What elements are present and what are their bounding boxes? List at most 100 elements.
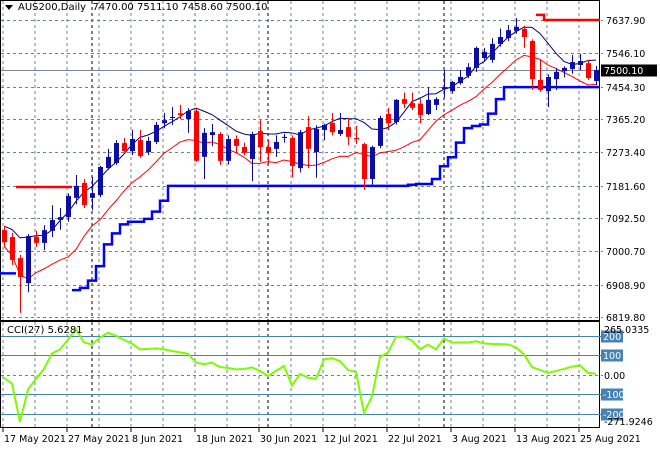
date-label: 13 Aug 2021 [516,434,577,445]
price-tick-label: 7365.20 [606,115,645,126]
low-value: 7458.60 [181,2,223,13]
candle-body [322,124,327,130]
chart-header: AUS200,Daily 7470.00 7511.10 7458.60 750… [5,2,267,13]
candle-body [74,185,79,198]
candle-body [98,166,103,195]
date-label: 27 May 2021 [68,434,130,445]
price-tick-label: 7181.60 [606,182,645,193]
candle-body [274,141,279,149]
price-tick-label: 6819.80 [606,313,645,324]
price-tick-label: 7637.90 [606,16,645,27]
symbol-label: AUS200,Daily [18,2,87,13]
candle-body [10,237,15,260]
price-tick-label: 7454.30 [606,83,645,94]
price-tick-label: 7000.70 [606,247,645,258]
candle-body [42,230,47,243]
candle-body [498,37,503,44]
candle-body [570,62,575,69]
candle-body [34,237,39,243]
candle-body [578,60,583,65]
candle[interactable] [98,165,103,198]
candle-body [154,124,159,142]
date-label: 8 Jun 2021 [132,434,183,445]
candle-body [514,26,519,31]
candle-body [482,51,487,59]
cci-value: 5.6281 [47,325,83,336]
candle[interactable] [194,107,199,162]
candle-body [538,79,543,91]
candle-body [466,67,471,76]
candle-body [194,111,199,161]
candle-body [402,99,407,104]
candle[interactable] [218,132,223,165]
candle-body [186,111,191,120]
dropdown-triangle-icon[interactable] [5,4,13,10]
candle-body [106,156,111,169]
candle[interactable] [298,129,303,173]
candle-body [338,129,343,134]
candle-body [122,143,127,152]
date-label: 3 Aug 2021 [452,434,507,445]
price-tick-label: 7546.10 [606,49,645,60]
date-label: 17 May 2021 [4,434,66,445]
candle-body [594,70,599,81]
date-label: 25 Aug 2021 [580,434,641,445]
candle-body [210,132,215,136]
candle-body [250,133,255,160]
candle-body [386,113,391,124]
candle-body [530,41,535,80]
candle-body [130,139,135,152]
candle-body [58,217,63,220]
cci-min-label: -271.9246 [604,417,653,428]
candle[interactable] [370,145,375,185]
candle-body [434,99,439,105]
candle[interactable] [82,178,87,209]
candle-body [178,113,183,116]
candle-body [586,63,591,79]
cci-label: CCI(27) 5.6281 [7,325,83,336]
candle-body [82,182,87,206]
candle-body [410,103,415,108]
candle[interactable] [378,115,383,149]
candle-body [354,137,359,140]
chart-canvas: 7637.90 7546.10 7454.30 7365.20 7273.40 7181.… [0,0,657,445]
candle-body [298,132,303,169]
candle[interactable] [154,121,159,145]
cci-max-label: 265.0335 [604,325,649,336]
date-label: 30 Jun 2021 [260,434,317,445]
candle-body [378,117,383,146]
candle-body [554,71,559,80]
candle-body [426,99,431,114]
candle-body [370,147,375,179]
candle-body [306,127,311,149]
candle-body [114,143,119,163]
candle-body [450,82,455,92]
candle-body [546,76,551,92]
date-label: 12 Jul 2021 [324,434,378,445]
high-value: 7511.10 [136,2,179,13]
candle-body [442,87,447,89]
date-label: 18 Jun 2021 [196,434,253,445]
candle-body [18,258,23,277]
candle-body [474,47,479,68]
cci-zero-label: 0.00 [604,371,625,382]
candle-body [202,132,207,157]
candle-body [258,131,263,148]
candle-body [290,137,295,166]
candle-body [330,123,335,133]
candle-body [418,103,423,116]
candle-body [490,43,495,60]
candle-body [90,193,95,198]
candle-body [2,230,7,243]
candle-body [50,219,55,231]
candle-body [562,67,567,72]
candle[interactable] [226,135,231,165]
candle-body [506,30,511,39]
candle[interactable] [114,140,119,165]
open-value: 7470.00 [92,2,134,13]
candle-body [362,144,367,179]
price-tick-label: 7092.50 [606,214,645,225]
candle-body [66,196,71,218]
candle-body [458,76,463,84]
candle[interactable] [394,99,399,125]
